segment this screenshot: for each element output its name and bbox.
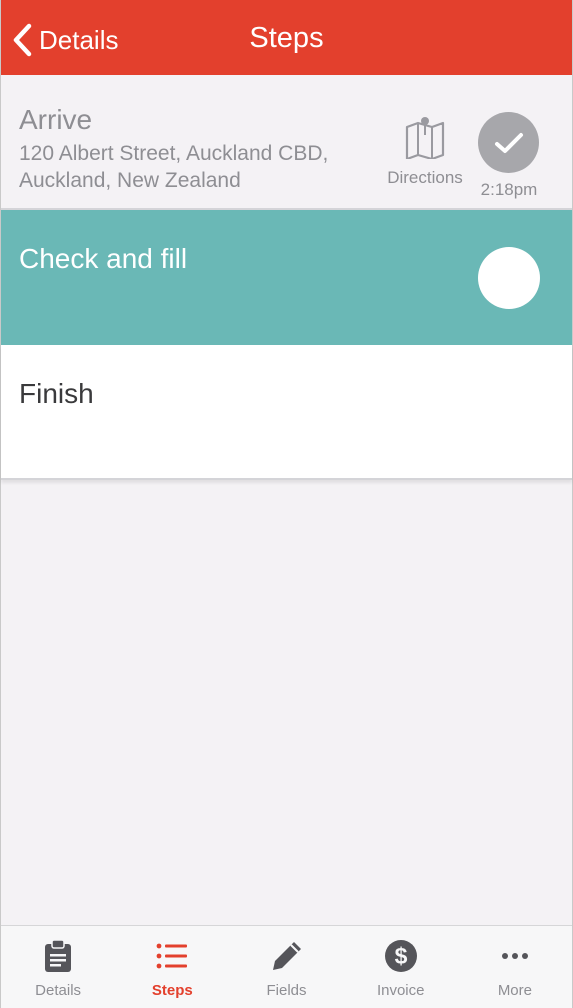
page-title: Steps <box>249 22 324 54</box>
step-row-finish[interactable]: Finish <box>1 345 572 480</box>
tab-label: More <box>497 982 532 999</box>
checkmark-icon <box>494 132 523 153</box>
tab-more[interactable]: More <box>458 926 572 1008</box>
tab-details[interactable]: Details <box>1 926 115 1008</box>
step-row-arrive[interactable]: Arrive 120 Albert Street, Auckland CBD, … <box>1 75 572 210</box>
step-address: 120 Albert Street, Auckland CBD, Aucklan… <box>19 142 329 192</box>
step-row-check-and-fill[interactable]: Check and fill <box>1 210 572 345</box>
tab-invoice[interactable]: $ Invoice <box>344 926 458 1008</box>
map-icon <box>405 117 445 159</box>
tab-label: Fields <box>266 982 307 999</box>
list-icon <box>156 943 188 969</box>
step-title: Check and fill <box>19 243 188 274</box>
dollar-icon: $ <box>384 940 417 972</box>
completed-time: 2:18pm <box>480 180 538 199</box>
tab-label: Details <box>35 982 82 999</box>
app-screen: Details Steps Arrive 120 Albert Street, … <box>0 0 573 1008</box>
step-complete-toggle[interactable] <box>478 247 540 309</box>
step-title: Arrive <box>19 104 93 135</box>
tab-bar: Details Steps Fields $ Invoice More <box>1 925 572 1008</box>
clipboard-icon <box>45 939 72 972</box>
tab-fields[interactable]: Fields <box>229 926 343 1008</box>
directions-button[interactable]: Directions <box>382 115 468 188</box>
pencil-icon <box>272 942 301 970</box>
tab-label: Steps <box>151 982 193 999</box>
svg-text:$: $ <box>394 943 407 969</box>
more-icon <box>501 953 528 959</box>
tab-label: Invoice <box>376 982 425 999</box>
tab-steps[interactable]: Steps <box>115 926 229 1008</box>
step-complete-toggle[interactable] <box>478 112 539 173</box>
directions-label: Directions <box>387 168 463 187</box>
nav-bar: Details Steps <box>1 0 572 75</box>
step-title: Finish <box>19 378 94 409</box>
